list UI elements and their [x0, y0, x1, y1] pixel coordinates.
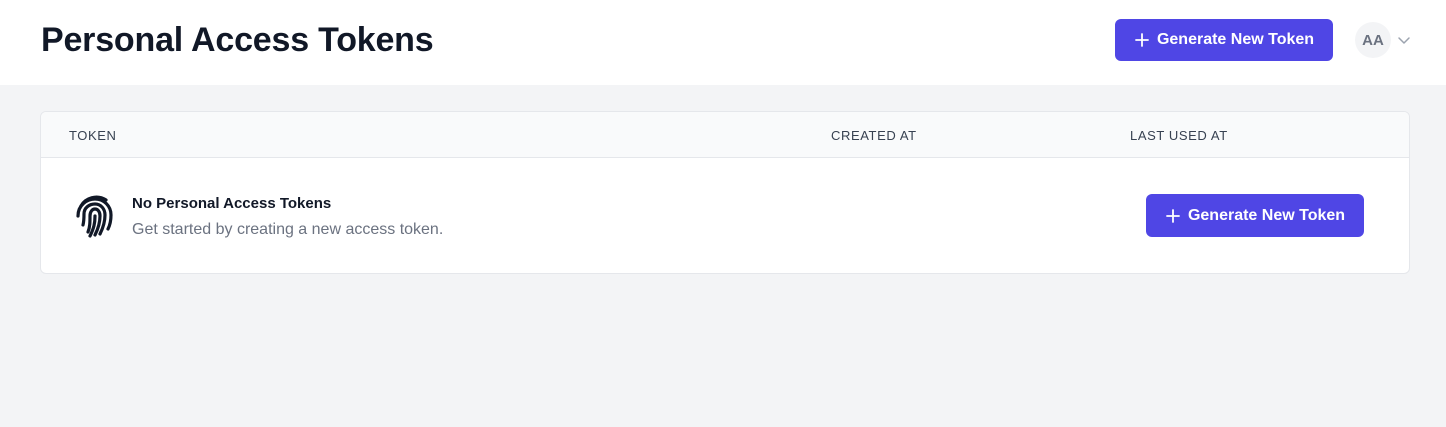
empty-state-generate-token-button[interactable]: Generate New Token [1146, 194, 1364, 237]
tokens-table: TOKEN CREATED AT LAST USED AT No Persona… [40, 111, 1410, 274]
column-header-token: TOKEN [69, 128, 117, 143]
avatar[interactable]: AA [1355, 22, 1391, 58]
table-header: TOKEN CREATED AT LAST USED AT [41, 112, 1409, 158]
column-header-created-at: CREATED AT [831, 128, 917, 143]
column-header-last-used-at: LAST USED AT [1130, 128, 1228, 143]
page-header: Personal Access Tokens Generate New Toke… [0, 0, 1446, 85]
fingerprint-icon [76, 195, 113, 238]
empty-state-generate-token-label: Generate New Token [1187, 206, 1346, 224]
empty-state-subtitle: Get started by creating a new access tok… [132, 221, 444, 238]
generate-token-button[interactable]: Generate New Token [1115, 19, 1333, 61]
plus-icon [1166, 208, 1180, 223]
page-title: Personal Access Tokens [41, 21, 434, 59]
plus-icon [1135, 33, 1149, 47]
empty-state: No Personal Access Tokens Get started by… [41, 158, 1409, 273]
chevron-down-icon[interactable] [1397, 33, 1411, 47]
empty-state-title: No Personal Access Tokens [132, 195, 332, 212]
generate-token-label: Generate New Token [1156, 31, 1315, 48]
